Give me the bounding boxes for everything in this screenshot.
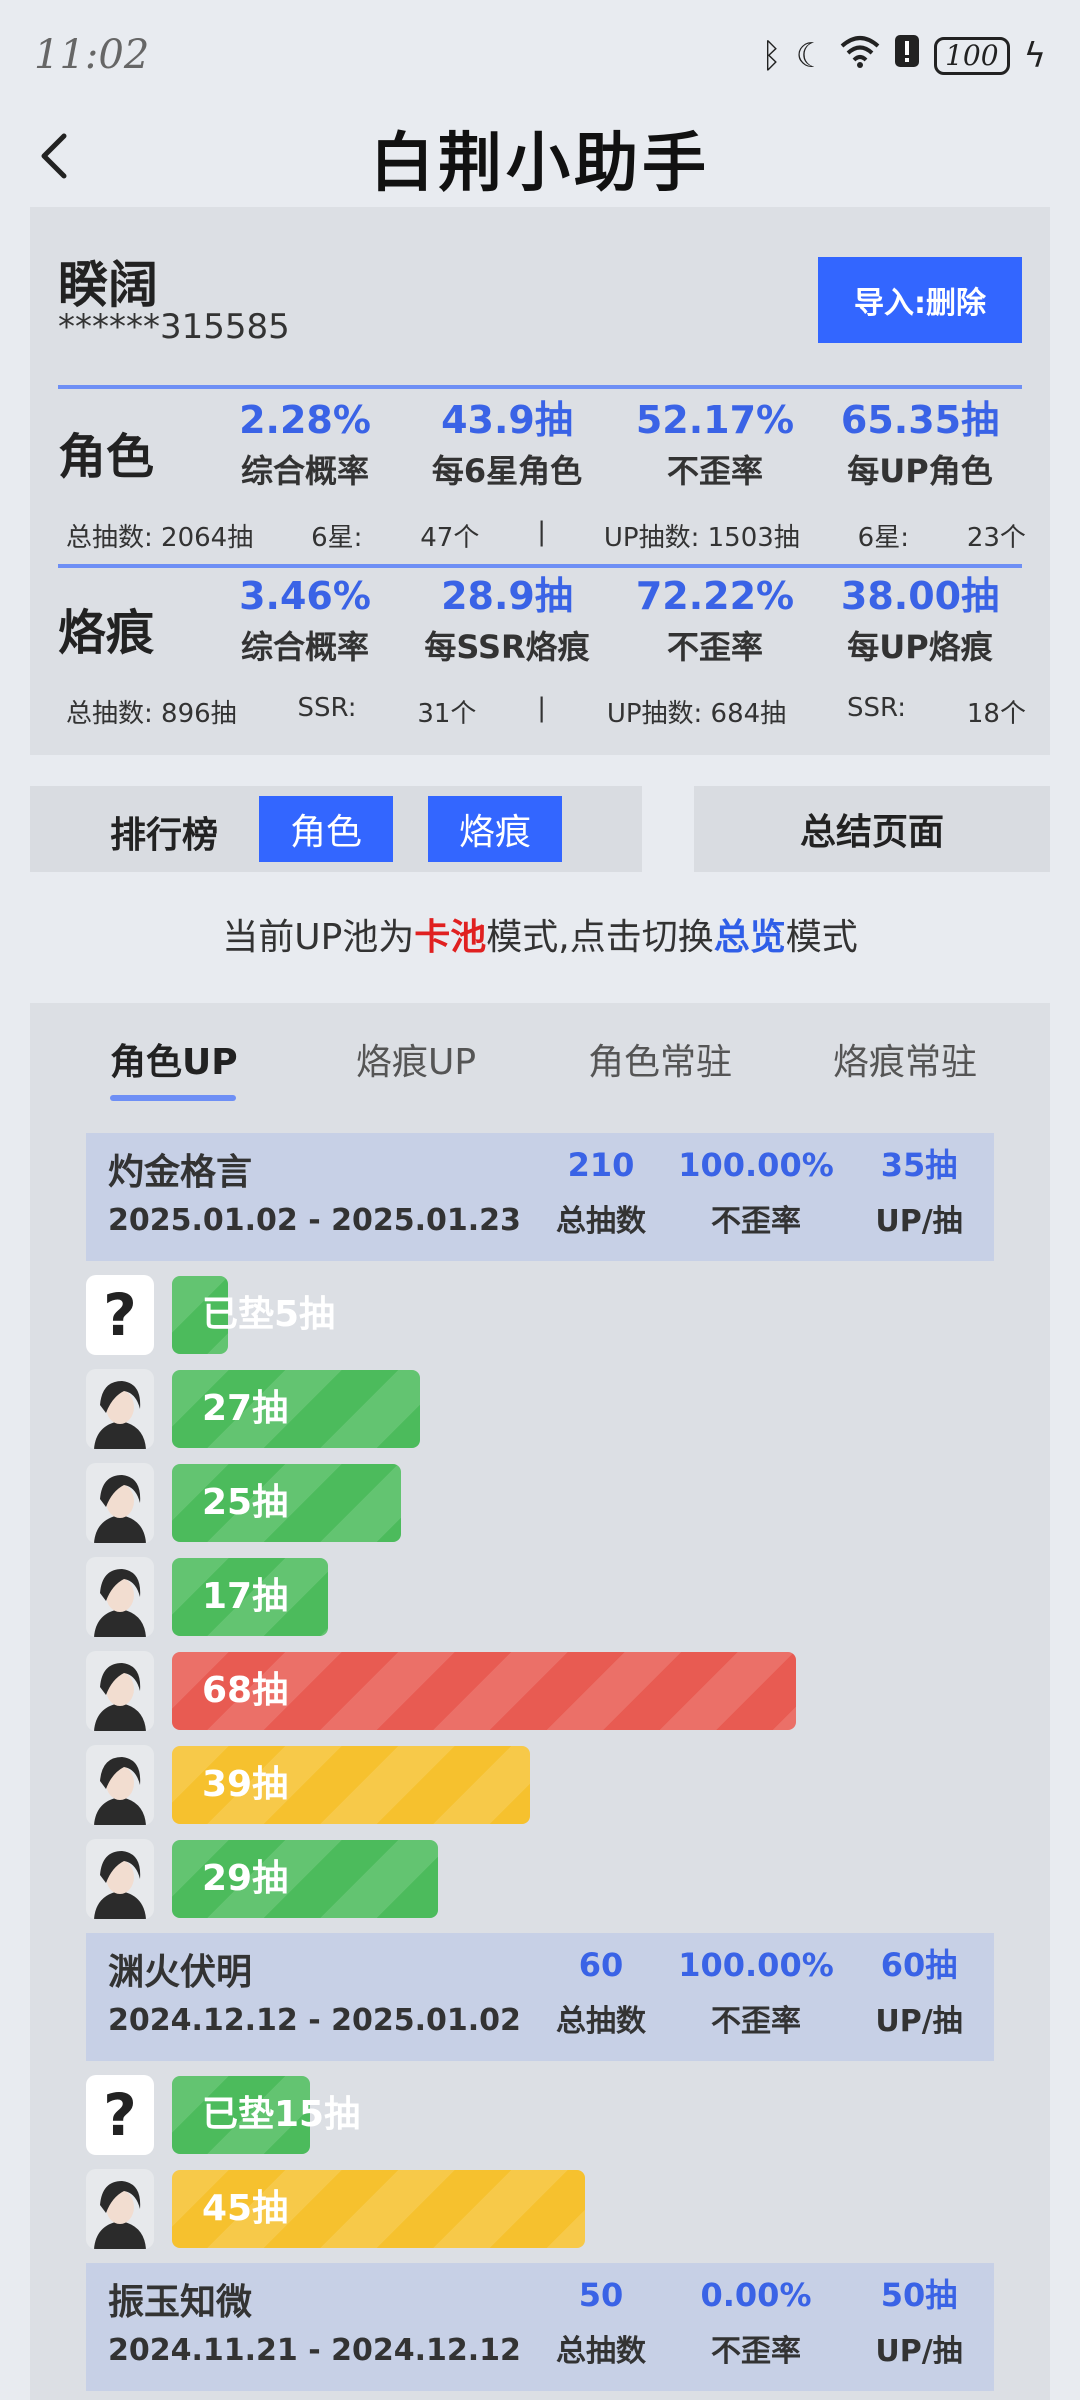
pull-count-label: 已垫15抽 [202, 2094, 361, 2135]
tab-character-up[interactable]: 角色UP [110, 1033, 238, 1085]
imprint-stat: 3.46% 综合概率 [239, 574, 371, 666]
pull-row: 25抽 [86, 1463, 994, 1543]
pool-dates: 2025.01.02 - 2025.01.23 [108, 1203, 521, 1238]
character-avatar [86, 1745, 154, 1825]
pool-rate: 100.00% 不歪率 [678, 1146, 834, 1239]
mode-toggle[interactable]: 当前UP池为卡池模式,点击切换总览模式 [0, 908, 1080, 960]
pull-row: 27抽 [86, 1369, 994, 1449]
pool-total: 210 总抽数 [556, 1146, 646, 1239]
imprint-stat: 72.22% 不歪率 [635, 574, 795, 666]
character-avatar [86, 1463, 154, 1543]
import-delete-button[interactable]: 导入:删除 [818, 257, 1022, 343]
pool-rate: 0.00% 不歪率 [700, 2276, 812, 2369]
status-time: 11:02 [34, 32, 150, 78]
character-avatar [86, 2169, 154, 2249]
pool-total: 60 总抽数 [556, 1946, 646, 2039]
wifi-icon [840, 34, 880, 77]
pool-dates: 2024.12.12 - 2025.01.02 [108, 2003, 521, 2038]
pool-rate: 100.00% 不歪率 [678, 1946, 834, 2039]
character-stat: 65.35抽 每UP角色 [840, 398, 1000, 490]
pool-header[interactable]: 渊火伏明 2024.12.12 - 2025.01.02 60 总抽数 100.00% 不… [86, 1933, 994, 2061]
pool-per-up: 60抽 UP/抽 [875, 1946, 963, 2039]
alert-icon [894, 34, 920, 77]
pull-row: 68抽 [86, 1651, 994, 1731]
character-avatar [86, 1369, 154, 1449]
moon-icon: ☾ [795, 35, 827, 76]
character-label: 角色 [58, 429, 155, 485]
pull-count-label: 68抽 [202, 1670, 289, 1711]
active-tab-indicator [110, 1095, 236, 1101]
rank-tab-character[interactable]: 角色 [259, 796, 393, 862]
battery-icon: 100 [934, 36, 1010, 75]
divider [58, 564, 1022, 568]
tab-imprint-up[interactable]: 烙痕UP [356, 1033, 476, 1085]
pool-header[interactable]: 灼金格言 2025.01.02 - 2025.01.23 210 总抽数 100.00%… [86, 1133, 994, 1261]
mode-current: 卡池 [414, 917, 487, 958]
pull-row: ? 已垫15抽 [86, 2075, 994, 2155]
pull-count-label: 45抽 [202, 2188, 289, 2229]
status-icons: ᛒ ☾ 100 ϟ [761, 34, 1046, 77]
pull-row: ? 已垫5抽 [86, 1275, 994, 1355]
imprint-stat: 38.00抽 每UP烙痕 [840, 574, 1000, 666]
pull-row: 39抽 [86, 1745, 994, 1825]
tab-imprint-standard[interactable]: 烙痕常驻 [833, 1033, 977, 1085]
ranking-label: 排行榜 [110, 815, 219, 856]
character-avatar [86, 1651, 154, 1731]
imprint-stat: 28.9抽 每SSR烙痕 [424, 574, 590, 666]
pool-name: 渊火伏明 [108, 1952, 253, 1993]
pool-per-up: 35抽 UP/抽 [875, 1146, 963, 1239]
page-title: 白荆小助手 [370, 126, 710, 201]
mode-alt-link[interactable]: 总览 [714, 917, 786, 958]
pool-name: 振玉知微 [108, 2282, 253, 2323]
summary-page-button[interactable]: 总结页面 [694, 786, 1050, 872]
pool-name: 灼金格言 [108, 1152, 253, 1193]
imprint-label: 烙痕 [58, 605, 155, 661]
pull-count-label: 29抽 [202, 1858, 289, 1899]
account-panel: 睽阔 ******315585 导入:删除 角色 2.28% 综合概率 43.9抽… [30, 207, 1050, 755]
rank-tab-imprint[interactable]: 烙痕 [428, 796, 562, 862]
pull-row: 45抽 [86, 2169, 994, 2249]
character-stat: 52.17% 不歪率 [635, 398, 795, 490]
account-id: ******315585 [58, 307, 290, 347]
character-stat: 2.28% 综合概率 [239, 398, 371, 490]
unknown-avatar-icon: ? [86, 1275, 154, 1355]
unknown-avatar-icon: ? [86, 2075, 154, 2155]
character-avatar [86, 1839, 154, 1919]
ranking-bar: 排行榜 角色 烙痕 [30, 786, 642, 872]
character-summary: 总抽数: 2064抽 6星: 47个 | UP抽数: 1503抽 6星: 23个 [66, 517, 1026, 553]
tab-character-standard[interactable]: 角色常驻 [588, 1033, 732, 1085]
character-stat: 43.9抽 每6星角色 [431, 398, 583, 490]
bluetooth-icon: ᛒ [761, 35, 782, 76]
pull-row: 29抽 [86, 1839, 994, 1919]
charging-icon: ϟ [1023, 35, 1046, 76]
pool-per-up: 50抽 UP/抽 [875, 2276, 963, 2369]
pull-count-label: 27抽 [202, 1388, 289, 1429]
pull-row: 17抽 [86, 1557, 994, 1637]
pull-count-label: 25抽 [202, 1482, 289, 1523]
pool-header[interactable]: 振玉知微 2024.11.21 - 2024.12.12 50 总抽数 0.00% 不歪率… [86, 2263, 994, 2391]
pull-count-label: 39抽 [202, 1764, 289, 1805]
divider [58, 385, 1022, 389]
pool-list-panel: 角色UP 烙痕UP 角色常驻 烙痕常驻 灼金格言 2025.01.02 - 202… [30, 1003, 1050, 2400]
character-avatar [86, 1557, 154, 1637]
imprint-summary: 总抽数: 896抽 SSR: 31个 | UP抽数: 684抽 SSR: 18个 [66, 693, 1026, 729]
pool-total: 50 总抽数 [556, 2276, 646, 2369]
pull-count-label: 已垫5抽 [202, 1294, 336, 1335]
pull-count-label: 17抽 [202, 1576, 289, 1617]
pool-dates: 2024.11.21 - 2024.12.12 [108, 2333, 521, 2368]
